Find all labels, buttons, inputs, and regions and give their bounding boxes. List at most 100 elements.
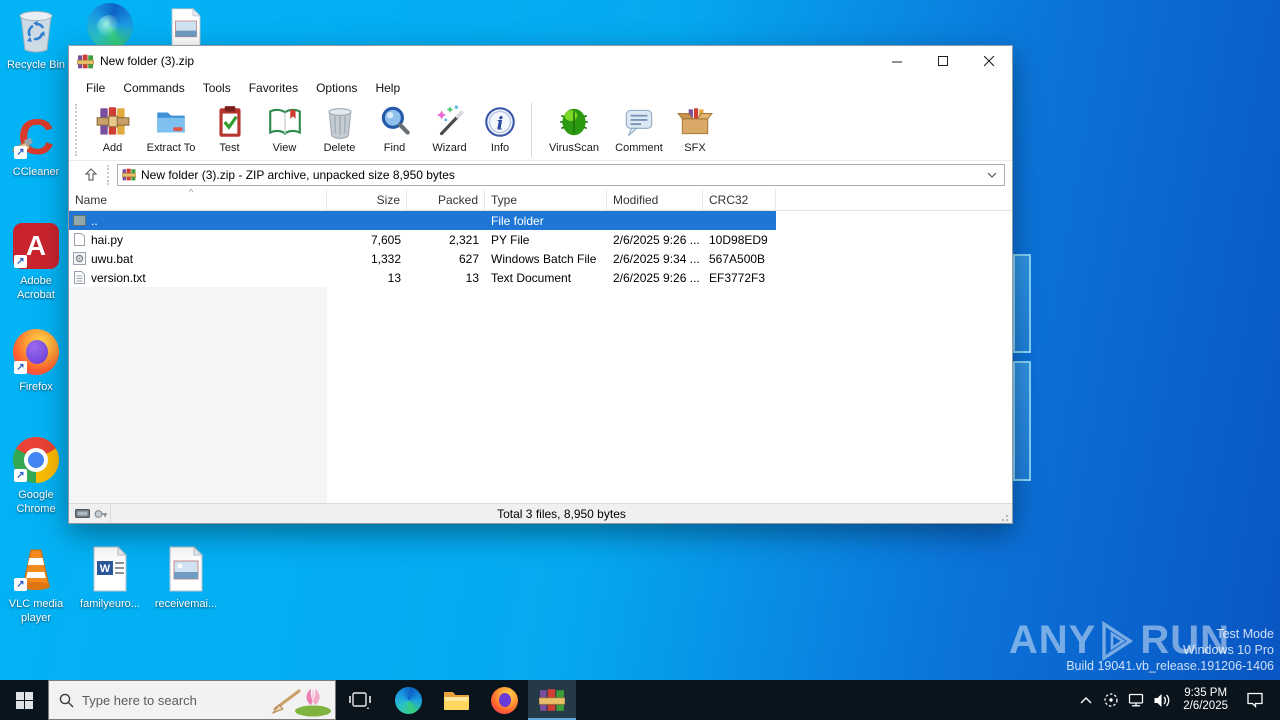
window-title: New folder (3).zip: [100, 54, 195, 68]
menu-favorites[interactable]: Favorites: [240, 78, 307, 98]
desktop-icon-label: receivemai...: [154, 598, 218, 610]
menu-commands[interactable]: Commands: [114, 78, 193, 98]
column-header-row: ^ Name Size Packed Type Modified CRC32: [69, 189, 1012, 211]
watermark-brand-right: RUN: [1140, 618, 1230, 662]
anyrun-logo-icon: [1102, 620, 1134, 661]
column-header-modified[interactable]: Modified: [607, 189, 703, 210]
menu-bar: File Commands Tools Favorites Options He…: [69, 76, 1012, 99]
shortcut-arrow-icon: ↗: [14, 469, 27, 482]
taskbar-search[interactable]: [48, 680, 336, 720]
winrar-app-icon: [77, 54, 94, 68]
taskbar-clock[interactable]: 9:35 PM 2/6/2025: [1175, 687, 1236, 713]
sfx-button[interactable]: SFX: [670, 102, 720, 154]
winrar-window: New folder (3).zip File Commands Tools F…: [68, 45, 1013, 524]
status-text: Total 3 files, 8,950 bytes: [497, 506, 626, 521]
taskbar-edge-button[interactable]: [384, 680, 432, 720]
add-button[interactable]: Add: [85, 102, 140, 154]
edge-icon: [86, 2, 134, 50]
taskbar-winrar-button[interactable]: [528, 680, 576, 720]
menu-options[interactable]: Options: [307, 78, 366, 98]
task-view-button[interactable]: [336, 680, 384, 720]
table-row-uwu-bat[interactable]: uwu.bat 1,332 627 Windows Batch File 2/6…: [69, 249, 776, 268]
watermark-os: Windows 10 Pro: [1182, 643, 1274, 657]
column-header-type[interactable]: Type: [485, 189, 607, 210]
virusscan-button[interactable]: VirusScan: [540, 102, 608, 154]
key-status-icon: [94, 509, 107, 518]
volume-button[interactable]: [1148, 680, 1175, 720]
view-button[interactable]: View: [257, 102, 312, 154]
taskbar: 9:35 PM 2/6/2025: [0, 680, 1280, 720]
firefox-icon: ↗: [12, 328, 60, 376]
watermark-mode: Test Mode: [1216, 627, 1274, 641]
addressbar-grip: [107, 164, 111, 185]
watermark-build: Build 19041.vb_release.191206-1406: [1066, 659, 1274, 673]
desktop-icon-recycle-bin[interactable]: Recycle Bin: [0, 6, 72, 72]
comment-button[interactable]: Comment: [608, 102, 670, 154]
desktop-icon-edge[interactable]: [74, 2, 146, 50]
tray-app-button[interactable]: [1098, 680, 1123, 720]
menu-help[interactable]: Help: [366, 78, 409, 98]
virus-scan-icon: [560, 108, 588, 136]
comment-bubble-icon: [625, 109, 653, 137]
maximize-button[interactable]: [920, 46, 966, 76]
sort-ascending-icon: ^: [189, 189, 194, 197]
taskbar-firefox-button[interactable]: [480, 680, 528, 720]
file-explorer-icon: [443, 692, 469, 710]
clock-time: 9:35 PM: [1184, 687, 1228, 699]
minimize-button[interactable]: [874, 46, 920, 76]
info-button[interactable]: i Info: [477, 102, 523, 154]
desktop-icon-firefox[interactable]: ↗ Firefox: [0, 328, 72, 394]
up-one-level-button[interactable]: [75, 164, 107, 186]
address-bar: New folder (3).zip - ZIP archive, unpack…: [69, 161, 1012, 189]
delete-button[interactable]: Delete: [312, 102, 367, 154]
desktop-icon-word-doc[interactable]: W familyeuro...: [74, 545, 146, 611]
network-button[interactable]: [1123, 680, 1148, 720]
find-button[interactable]: Find: [367, 102, 422, 154]
menu-tools[interactable]: Tools: [194, 78, 240, 98]
title-bar[interactable]: New folder (3).zip: [69, 46, 1012, 76]
desktop-icon-ccleaner[interactable]: C ↗ CCleaner: [0, 112, 72, 179]
file-list: ^ Name Size Packed Type Modified CRC32 .…: [69, 189, 1012, 503]
action-center-button[interactable]: [1236, 680, 1274, 720]
tray-app-icon: [1104, 693, 1118, 707]
winrar-app-icon: [539, 689, 565, 711]
desktop-icon-vlc[interactable]: ↗ VLC media player: [0, 545, 72, 625]
chevron-down-icon[interactable]: [987, 172, 997, 178]
test-button[interactable]: Test: [202, 102, 257, 154]
shortcut-arrow-icon: ↗: [14, 361, 27, 374]
menu-file[interactable]: File: [77, 78, 114, 98]
task-view-icon: [349, 692, 371, 709]
column-header-size[interactable]: Size: [327, 189, 407, 210]
table-row-parent-dir[interactable]: .. File folder: [69, 211, 776, 230]
find-magnifier-icon: [381, 106, 410, 135]
sfx-box-icon: [677, 108, 713, 135]
add-books-icon: [96, 107, 129, 135]
start-button[interactable]: [0, 680, 48, 720]
table-row-hai-py[interactable]: hai.py 7,605 2,321 PY File 2/6/2025 9:26…: [69, 230, 776, 249]
table-row-version-txt[interactable]: version.txt 13 13 Text Document 2/6/2025…: [69, 268, 776, 287]
desktop-icon-google-chrome[interactable]: ↗ Google Chrome: [0, 436, 72, 516]
text-document-icon: [72, 271, 86, 285]
search-icon: [59, 693, 74, 707]
taskbar-file-explorer-button[interactable]: [432, 680, 480, 720]
action-center-icon: [1247, 692, 1263, 708]
resize-grip[interactable]: [1001, 512, 1011, 522]
desktop-icon-adobe-acrobat[interactable]: A ↗ Adobe Acrobat: [0, 222, 72, 302]
desktop-icon-image-file[interactable]: receivemai...: [150, 545, 222, 611]
view-book-icon: [268, 108, 301, 136]
wizard-button[interactable]: Wizard: [422, 102, 477, 154]
desktop-icon-label: Recycle Bin: [6, 59, 66, 71]
column-header-name[interactable]: Name: [69, 189, 327, 210]
desktop-icon-label: VLC media player: [8, 598, 64, 624]
search-input[interactable]: [82, 692, 252, 708]
archive-path-combobox[interactable]: New folder (3).zip - ZIP archive, unpack…: [117, 163, 1005, 186]
extract-to-button[interactable]: Extract To: [140, 102, 202, 154]
show-hidden-icons-button[interactable]: [1074, 680, 1098, 720]
word-document-icon: W: [86, 545, 134, 593]
toolbar: Add Extract To Test View Delete Find Wiz…: [69, 99, 1012, 161]
close-button[interactable]: [966, 46, 1012, 76]
svg-text:i: i: [497, 113, 504, 134]
shortcut-arrow-icon: ↗: [14, 578, 27, 591]
column-header-crc32[interactable]: CRC32: [703, 189, 776, 210]
column-header-packed[interactable]: Packed: [407, 189, 485, 210]
